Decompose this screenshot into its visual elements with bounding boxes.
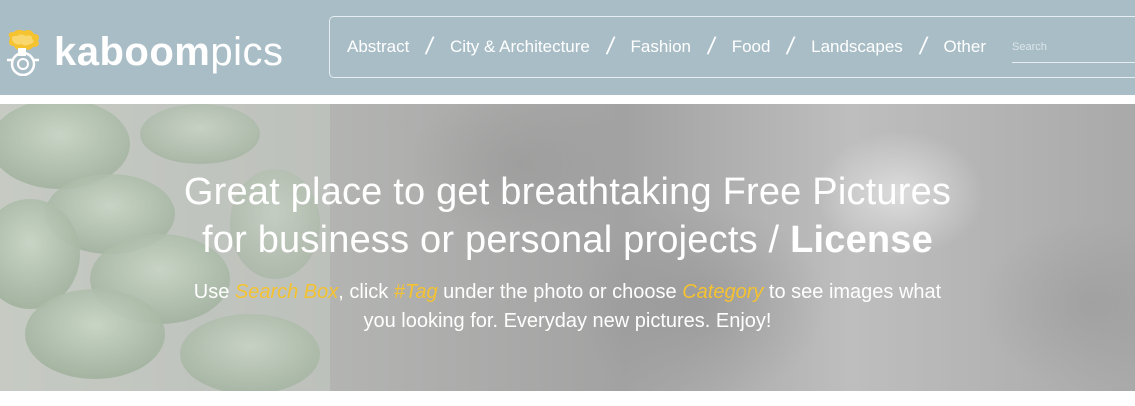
site-logo[interactable]: kaboompics bbox=[4, 28, 284, 77]
sub-text-to-see: to see images what bbox=[763, 281, 942, 303]
camera-explosion-icon bbox=[4, 28, 46, 77]
hero-title-line1: Great place to get breathtaking Free Pic… bbox=[183, 171, 952, 213]
search-box bbox=[1012, 33, 1135, 63]
license-link[interactable]: License bbox=[790, 219, 933, 261]
nav-item-landscapes[interactable]: Landscapes bbox=[794, 37, 903, 57]
hero-subtitle-line2: you looking for. Everyday new pictures. … bbox=[363, 310, 772, 332]
nav-separator: / bbox=[785, 33, 797, 60]
nav-separator: / bbox=[705, 33, 718, 60]
sub-text-use: Use bbox=[193, 281, 235, 303]
nav-separator: / bbox=[917, 33, 929, 60]
nav-separator: / bbox=[424, 33, 436, 60]
nav-item-city-architecture[interactable]: City & Architecture bbox=[433, 37, 590, 57]
category-link[interactable]: Category bbox=[682, 281, 763, 303]
logo-text-bold: kaboom bbox=[54, 30, 211, 74]
hero-title-line2-text: for business or personal projects / bbox=[202, 219, 791, 261]
search-input[interactable] bbox=[1012, 33, 1135, 60]
hero-title-line2: for business or personal projects / Lice… bbox=[0, 216, 1135, 264]
category-nav: Abstract / City & Architecture / Fashion… bbox=[329, 16, 1135, 78]
nav-item-food[interactable]: Food bbox=[715, 37, 771, 57]
nav-item-other[interactable]: Other bbox=[926, 37, 986, 57]
logo-wordmark: kaboompics bbox=[54, 28, 284, 76]
hero-subtitle-line1: Use Search Box, click #Tag under the pho… bbox=[0, 278, 1135, 307]
hero-banner: Great place to get breathtaking Free Pic… bbox=[0, 104, 1135, 391]
search-box-link[interactable]: Search Box bbox=[235, 281, 338, 303]
logo-text-light: pics bbox=[210, 30, 284, 74]
nav-separator: / bbox=[604, 33, 616, 60]
nav-item-fashion[interactable]: Fashion bbox=[614, 37, 691, 57]
site-header: kaboompics Abstract / City & Architectur… bbox=[0, 0, 1135, 95]
hero-title: Great place to get breathtaking Free Pic… bbox=[0, 168, 1135, 264]
nav-item-abstract[interactable]: Abstract bbox=[330, 37, 409, 57]
tag-link[interactable]: #Tag bbox=[394, 281, 438, 303]
hero-subtitle: Use Search Box, click #Tag under the pho… bbox=[0, 278, 1135, 336]
sub-text-under: under the photo or choose bbox=[437, 281, 683, 303]
sub-text-click: , click bbox=[338, 281, 394, 303]
